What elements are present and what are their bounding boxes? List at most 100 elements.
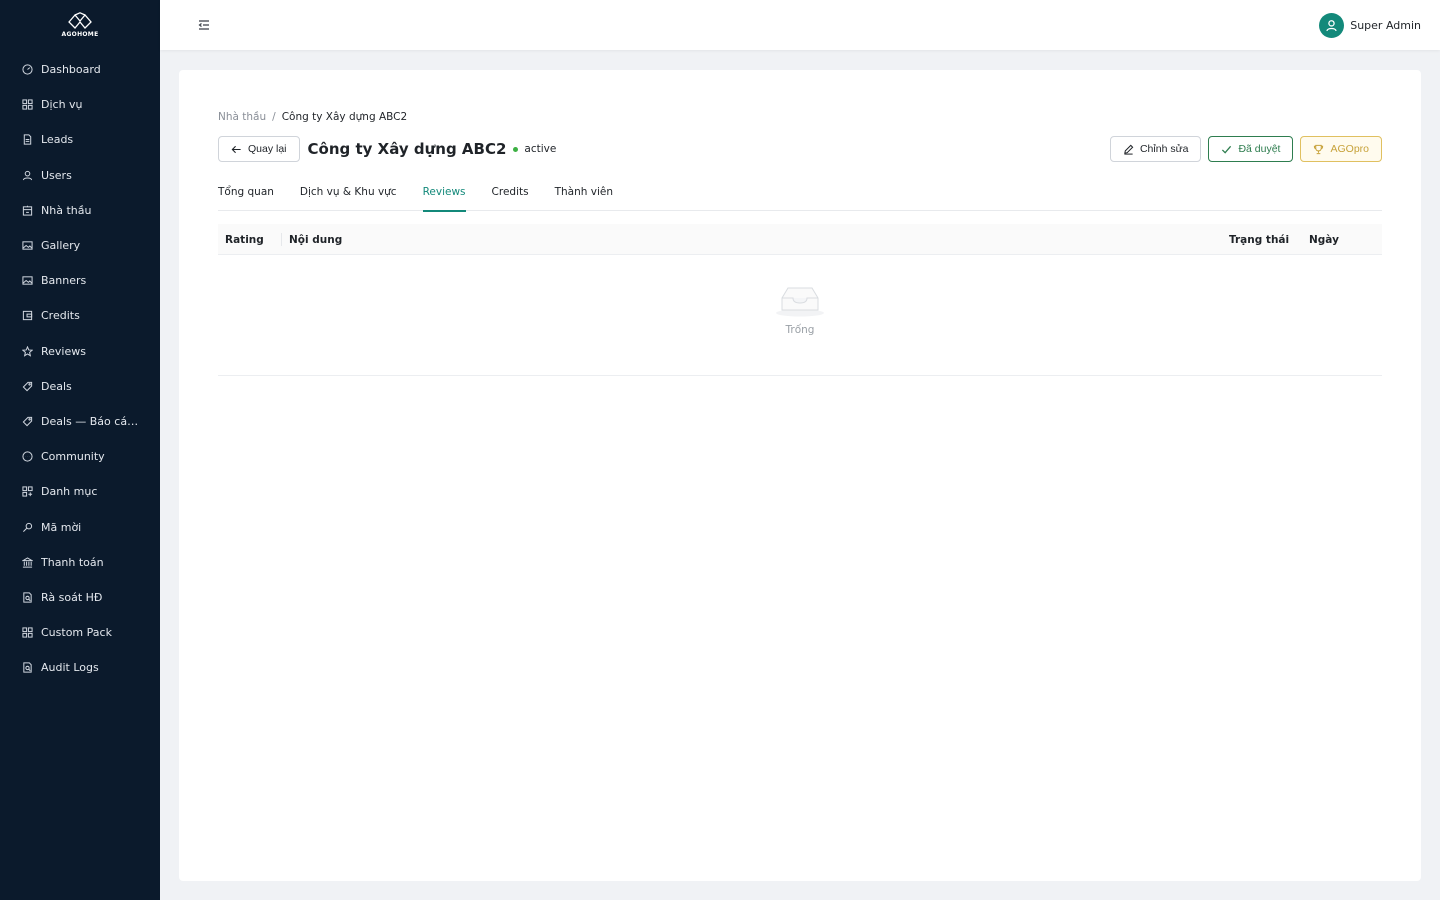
top-header: Super Admin [160, 0, 1440, 50]
logo-text: AGOHOME [61, 31, 99, 38]
agohome-logo-icon [68, 12, 92, 29]
sidebar-item-deals-reports[interactable]: Deals — Báo cáo ... [0, 404, 160, 439]
column-header-content[interactable]: Nội dung [289, 224, 342, 255]
sidebar-item-leads[interactable]: Leads [0, 122, 160, 157]
dashboard-icon [22, 64, 33, 75]
sidebar-item-label: Thanh toán [41, 555, 104, 569]
back-button[interactable]: Quay lại [218, 136, 300, 162]
empty-inbox-icon [776, 287, 824, 317]
breadcrumb: Nhà thầu / Công ty Xây dựng ABC2 [218, 111, 407, 123]
wallet-icon [22, 310, 33, 321]
status-badge: active [513, 143, 556, 155]
user-name: Super Admin [1350, 19, 1421, 32]
tab-credits[interactable]: Credits [492, 182, 529, 211]
sidebar-item-label: Nhà thầu [41, 203, 92, 217]
status-text: active [524, 143, 557, 155]
user-icon [22, 170, 33, 181]
tab-thanh-vien[interactable]: Thành viên [555, 182, 613, 211]
action-buttons: Chỉnh sửa Đã duyệt AGOpro [1103, 136, 1382, 162]
sidebar-item-dashboard[interactable]: Dashboard [0, 52, 160, 87]
column-divider [281, 233, 282, 246]
empty-text: Trống [785, 324, 815, 336]
star-icon [22, 345, 33, 357]
sidebar-item-deals[interactable]: Deals [0, 369, 160, 404]
sidebar-item-label: Dịch vụ [41, 98, 83, 112]
column-header-rating[interactable]: Rating [225, 224, 264, 255]
sidebar-item-label: Deals — Báo cáo ... [41, 414, 141, 428]
key-icon [22, 522, 33, 533]
grid-icon [22, 99, 33, 110]
sidebar-item-danh-muc[interactable]: Danh mục [0, 474, 160, 509]
sidebar-item-label: Community [41, 450, 105, 464]
user-menu[interactable]: Super Admin [1319, 13, 1421, 38]
edit-button-label: Chỉnh sửa [1139, 143, 1189, 155]
sidebar-item-credits[interactable]: Credits [0, 298, 160, 333]
agopro-button-label: AGOpro [1330, 143, 1369, 155]
content-card: Nhà thầu / Công ty Xây dựng ABC2 Quay lạ… [179, 70, 1421, 881]
sidebar-item-label: Reviews [41, 344, 86, 358]
audit-icon [22, 662, 33, 673]
check-icon [1222, 145, 1232, 154]
sidebar-item-ra-soat-hd[interactable]: Rà soát HĐ [0, 580, 160, 615]
sidebar-nav: Dashboard Dịch vụ Leads Users Nhà thầu G… [0, 52, 160, 685]
sidebar-item-custom-pack[interactable]: Custom Pack [0, 615, 160, 650]
sidebar-item-label: Gallery [41, 239, 81, 253]
trophy-icon [1314, 144, 1324, 154]
sidebar-item-audit-logs[interactable]: Audit Logs [0, 650, 160, 685]
sidebar-item-gallery[interactable]: Gallery [0, 228, 160, 263]
column-header-date[interactable]: Ngày [1309, 224, 1339, 255]
bank-icon [22, 557, 33, 568]
column-header-status[interactable]: Trạng thái [1229, 224, 1289, 255]
empty-state: Trống [218, 255, 1382, 376]
agopro-button[interactable]: AGOpro [1300, 136, 1382, 162]
sidebar-item-users[interactable]: Users [0, 158, 160, 193]
tab-reviews[interactable]: Reviews [422, 182, 466, 212]
sidebar-item-nha-thau[interactable]: Nhà thầu [0, 193, 160, 228]
sidebar-item-reviews[interactable]: Reviews [0, 334, 160, 369]
tab-dich-vu-khu-vuc[interactable]: Dịch vụ & Khu vực [300, 182, 397, 211]
sidebar-item-label: Deals [41, 379, 72, 393]
edit-icon [1124, 144, 1134, 155]
sidebar-item-label: Banners [41, 274, 87, 288]
tag-icon [22, 381, 33, 392]
back-button-label: Quay lại [248, 143, 287, 155]
sidebar-item-label: Custom Pack [41, 626, 112, 640]
logo[interactable]: AGOHOME [0, 0, 160, 50]
sidebar: AGOHOME Dashboard Dịch vụ Leads Users Nh… [0, 0, 160, 900]
sidebar-item-label: Mã mời [41, 520, 82, 534]
avatar [1319, 13, 1345, 38]
sidebar-item-label: Audit Logs [41, 661, 99, 675]
tag-icon [22, 416, 33, 427]
sidebar-item-label: Leads [41, 133, 74, 147]
menu-fold-icon [198, 20, 209, 30]
reviews-table: Rating Nội dung Trạng thái Ngày Trống [218, 224, 1382, 376]
category-icon [22, 486, 33, 497]
grid-icon [22, 627, 33, 638]
table-header: Rating Nội dung Trạng thái Ngày [218, 224, 1382, 255]
tab-tong-quan[interactable]: Tổng quan [218, 182, 274, 211]
breadcrumb-parent-link[interactable]: Nhà thầu [218, 111, 266, 123]
breadcrumb-separator: / [272, 111, 276, 123]
sidebar-item-dich-vu[interactable]: Dịch vụ [0, 87, 160, 122]
approved-button-label: Đã duyệt [1238, 143, 1281, 155]
sidebar-item-thanh-toan[interactable]: Thanh toán [0, 545, 160, 580]
approved-button[interactable]: Đã duyệt [1208, 136, 1294, 162]
title-row: Quay lại Công ty Xây dựng ABC2 active Ch… [218, 136, 1382, 162]
sidebar-item-label: Rà soát HĐ [41, 590, 103, 604]
sidebar-item-label: Users [41, 168, 72, 182]
sidebar-item-label: Credits [41, 309, 80, 323]
image-icon [22, 275, 33, 286]
file-icon [22, 134, 33, 146]
status-dot [513, 146, 519, 152]
sidebar-item-label: Danh mục [41, 485, 98, 499]
image-icon [22, 240, 33, 251]
building-icon [22, 205, 33, 216]
edit-button[interactable]: Chỉnh sửa [1109, 136, 1202, 162]
sidebar-item-banners[interactable]: Banners [0, 263, 160, 298]
chat-icon [22, 451, 33, 462]
menu-toggle-button[interactable] [197, 18, 211, 32]
sidebar-item-ma-moi[interactable]: Mã mời [0, 509, 160, 544]
page-title: Công ty Xây dựng ABC2 [307, 140, 507, 158]
breadcrumb-current: Công ty Xây dựng ABC2 [281, 111, 408, 123]
sidebar-item-community[interactable]: Community [0, 439, 160, 474]
